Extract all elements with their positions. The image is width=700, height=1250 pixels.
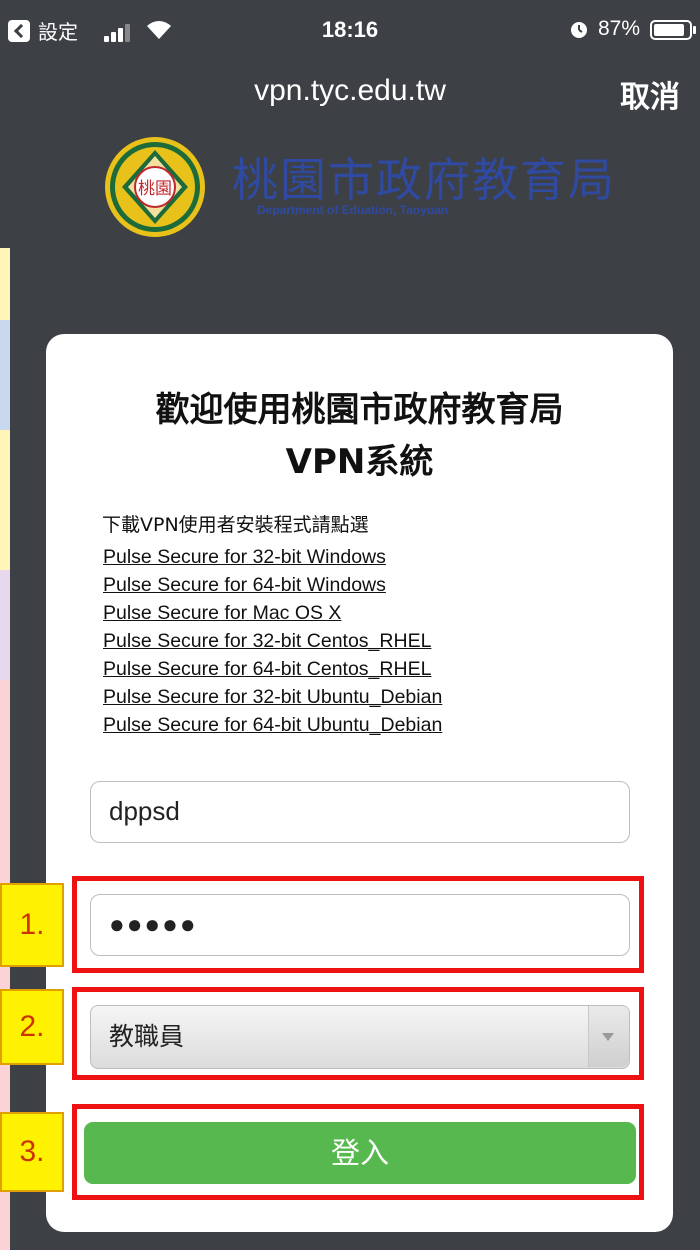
annotation-box-role bbox=[72, 987, 644, 1080]
alarm-icon bbox=[571, 22, 587, 38]
login-card: 歡迎使用桃園市政府教育局 VPN系統 下載VPN使用者安裝程式請點選 Pulse… bbox=[46, 334, 673, 1232]
page-url: vpn.tyc.edu.tw bbox=[254, 74, 446, 107]
seal-text: 桃園 bbox=[138, 179, 172, 199]
card-title-line-1: 歡迎使用桃園市政府教育局 bbox=[155, 390, 564, 430]
username-field[interactable]: dppsd bbox=[90, 781, 630, 843]
download-link-centos32[interactable]: Pulse Secure for 32-bit Centos_RHEL bbox=[103, 627, 442, 655]
download-links: Pulse Secure for 32-bit Windows Pulse Se… bbox=[103, 543, 442, 739]
card-title: 歡迎使用桃園市政府教育局 VPN系統 bbox=[46, 384, 673, 488]
download-link-ubuntu64[interactable]: Pulse Secure for 64-bit Ubuntu_Debian bbox=[103, 711, 442, 739]
status-bar: 設定 18:16 87% bbox=[0, 0, 700, 62]
download-link-macos[interactable]: Pulse Secure for Mac OS X bbox=[103, 599, 442, 627]
background-strip bbox=[0, 320, 10, 430]
download-link-win64[interactable]: Pulse Secure for 64-bit Windows bbox=[103, 571, 442, 599]
clock-time: 18:16 bbox=[321, 17, 379, 42]
background-strip bbox=[0, 570, 10, 680]
annotation-step-1: 1. bbox=[0, 883, 64, 967]
header-subtitle: Department of Eduation, Taoyuan bbox=[257, 203, 449, 217]
download-link-centos64[interactable]: Pulse Secure for 64-bit Centos_RHEL bbox=[103, 655, 442, 683]
taoyuan-education-seal-logo: 桃園 bbox=[105, 137, 205, 237]
download-link-ubuntu32[interactable]: Pulse Secure for 32-bit Ubuntu_Debian bbox=[103, 683, 442, 711]
background-strip bbox=[0, 248, 10, 320]
download-link-win32[interactable]: Pulse Secure for 32-bit Windows bbox=[103, 543, 442, 571]
battery-tip bbox=[693, 26, 696, 34]
header-title: 桃園市政府教育局 bbox=[232, 153, 616, 207]
battery-icon bbox=[650, 20, 692, 40]
download-label: 下載VPN使用者安裝程式請點選 bbox=[102, 514, 369, 536]
background-strip bbox=[0, 430, 10, 570]
annotation-step-2: 2. bbox=[0, 989, 64, 1065]
card-title-line-2: VPN系統 bbox=[285, 442, 434, 482]
battery-percent: 87% bbox=[598, 17, 641, 40]
annotation-step-3: 3. bbox=[0, 1112, 64, 1192]
annotation-box-password bbox=[72, 876, 644, 973]
cancel-button[interactable]: 取消 bbox=[620, 72, 680, 116]
battery-level bbox=[654, 24, 684, 36]
annotation-box-login bbox=[72, 1104, 644, 1200]
